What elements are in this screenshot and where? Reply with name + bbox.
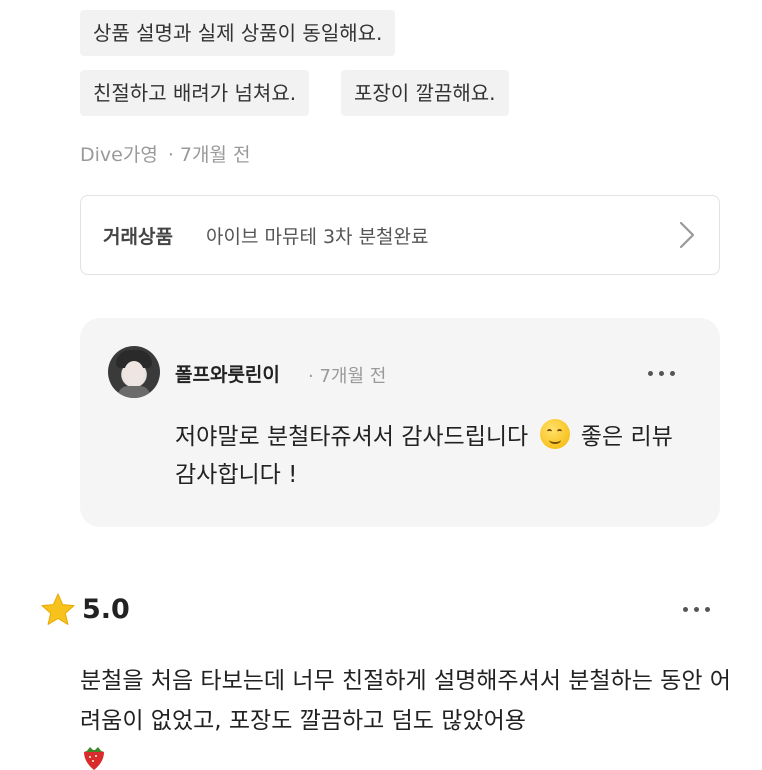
review-time: 7개월 전 (179, 144, 251, 166)
reply-text: 저야말로 분철타쥬셔서 감사드립니다 좋은 리뷰 감사합니다 ! (175, 418, 695, 494)
avatar[interactable] (108, 346, 160, 398)
traded-product-card[interactable]: 거래상품 아이브 마뮤테 3차 분철완료 (80, 195, 720, 275)
meta-separator: · (167, 144, 174, 166)
tag-accurate-description: 상품 설명과 실제 상품이 동일해요. (80, 10, 396, 56)
strawberry-emoji-icon (84, 747, 104, 770)
reply-time: · 7개월 전 (308, 366, 387, 387)
product-label: 거래상품 (103, 226, 173, 248)
smiling-face-emoji-icon (539, 419, 570, 449)
product-name: 아이브 마뮤테 3차 분철완료 (206, 226, 429, 248)
review-text: 분철을 처음 타보는데 너무 친절하게 설명해주셔서 분철하는 동안 어려움이 … (80, 668, 731, 734)
tag-clean-packaging: 포장이 깔끔해요. (341, 70, 509, 116)
chevron-right-icon (679, 221, 695, 249)
reply-text-part1: 저야말로 분철타쥬셔서 감사드립니다 (175, 424, 536, 450)
review-author[interactable]: Dive가영 (80, 144, 158, 166)
reply-more-icon[interactable] (648, 371, 675, 376)
review-more-icon[interactable] (683, 607, 710, 612)
tag-kind: 친절하고 배려가 넘쳐요. (80, 70, 310, 116)
review-meta: Dive가영 · 7개월 전 (80, 140, 250, 167)
rating-score: 5.0 (82, 594, 130, 625)
seller-reply: 폴프와룻린이 · 7개월 전 저야말로 분철타쥬셔서 감사드립니다 좋은 리뷰 … (80, 318, 720, 527)
star-icon (41, 593, 75, 625)
reply-author[interactable]: 폴프와룻린이 (175, 360, 280, 387)
